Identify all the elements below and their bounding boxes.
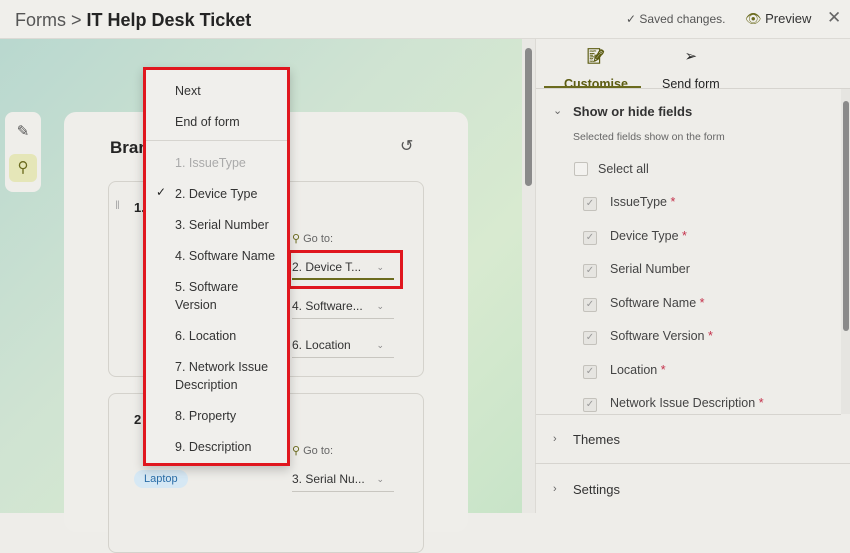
branching-icon[interactable]: ⚲ bbox=[9, 154, 37, 182]
side-toolbar: ✎ ⚲ bbox=[5, 112, 41, 192]
menu-item-next[interactable]: Next bbox=[175, 82, 287, 100]
preview-button[interactable]: 👁︎ Preview bbox=[745, 11, 811, 27]
check-icon: ✓ bbox=[626, 12, 637, 26]
tab-divider bbox=[536, 88, 850, 89]
section-themes[interactable]: Themes bbox=[573, 432, 620, 447]
canvas-scrollbar-thumb[interactable] bbox=[525, 48, 532, 186]
branch-icon: ⚲ bbox=[292, 233, 301, 245]
field-item: Software Version * bbox=[610, 329, 713, 343]
field-checkbox[interactable]: ✓ bbox=[583, 331, 597, 345]
option-badge: Laptop bbox=[134, 470, 188, 488]
section-settings[interactable]: Settings bbox=[573, 482, 620, 497]
dropdown-value: 4. Software... bbox=[292, 299, 363, 313]
page-title: IT Help Desk Ticket bbox=[86, 10, 252, 30]
field-checkbox[interactable]: ✓ bbox=[583, 231, 597, 245]
field-item: Serial Number bbox=[610, 262, 690, 276]
menu-item[interactable]: 8. Property bbox=[175, 407, 287, 425]
chevron-right-icon[interactable]: › bbox=[553, 483, 557, 495]
field-checkbox[interactable]: ✓ bbox=[583, 298, 597, 312]
breadcrumb-separator: > bbox=[71, 10, 82, 30]
menu-item[interactable]: 7. Network Issue Description bbox=[175, 358, 275, 394]
goto-label: ⚲ Go to: bbox=[292, 232, 333, 245]
field-checkbox[interactable]: ✓ bbox=[583, 264, 597, 278]
breadcrumb-forms[interactable]: Forms bbox=[15, 10, 66, 30]
menu-item-end-of-form[interactable]: End of form bbox=[175, 113, 287, 131]
branch-icon: ⚲ bbox=[292, 445, 301, 457]
dropdown-value: 3. Serial Nu... bbox=[292, 472, 365, 486]
preview-label: Preview bbox=[765, 11, 812, 26]
chevron-down-icon: ⌄ bbox=[376, 340, 384, 350]
goto-text: Go to: bbox=[303, 233, 334, 245]
required-marker: * bbox=[707, 329, 713, 343]
required-marker: * bbox=[670, 195, 676, 209]
drag-handle-icon[interactable]: ‖ bbox=[115, 198, 120, 212]
menu-item-selected[interactable]: 2. Device Type bbox=[175, 185, 287, 203]
field-checkbox[interactable]: ✓ bbox=[583, 398, 597, 412]
field-checkbox[interactable]: ✓ bbox=[583, 365, 597, 379]
close-icon[interactable]: ✕ bbox=[827, 8, 841, 28]
section-divider bbox=[535, 463, 850, 464]
goto-label: ⚲ Go to: bbox=[292, 444, 333, 457]
field-label: Software Version bbox=[610, 329, 705, 343]
section-show-hide[interactable]: Show or hide fields bbox=[573, 104, 692, 119]
required-marker: * bbox=[660, 363, 666, 377]
highlight-box bbox=[288, 250, 403, 289]
eye-icon: 👁︎ bbox=[745, 11, 762, 26]
goto-menu: Next End of form 1. IssueType ✓ 2. Devic… bbox=[143, 67, 290, 466]
chevron-down-icon: ⌄ bbox=[376, 301, 384, 311]
field-item: Location * bbox=[610, 363, 666, 377]
panel-scrollbar[interactable] bbox=[841, 89, 850, 414]
goto-dropdown-2[interactable]: 4. Software... ⌄ bbox=[292, 293, 394, 319]
field-label: Location bbox=[610, 363, 658, 377]
breadcrumb: Forms > IT Help Desk Ticket bbox=[15, 10, 251, 31]
menu-item-disabled: 1. IssueType bbox=[175, 156, 246, 170]
menu-divider bbox=[146, 140, 287, 141]
field-item: Device Type * bbox=[610, 229, 687, 243]
menu-item[interactable]: 3. Serial Number bbox=[175, 216, 287, 234]
required-marker: * bbox=[682, 229, 687, 243]
required-marker: * bbox=[699, 296, 705, 310]
chevron-right-icon[interactable]: › bbox=[553, 433, 557, 445]
field-label: Serial Number bbox=[610, 262, 690, 276]
field-label: Network Issue Description bbox=[610, 396, 756, 410]
field-label: Device Type bbox=[610, 229, 679, 243]
saved-status: ✓ Saved changes. bbox=[626, 12, 725, 26]
select-all-label: Select all bbox=[598, 162, 649, 176]
required-marker: * bbox=[758, 396, 764, 410]
saved-text: Saved changes. bbox=[639, 12, 726, 26]
goto-dropdown-3[interactable]: 6. Location ⌄ bbox=[292, 332, 394, 358]
section-divider bbox=[536, 414, 841, 415]
dropdown-value: 6. Location bbox=[292, 338, 351, 352]
field-item: IssueType * bbox=[610, 195, 675, 209]
field-label: Software Name bbox=[610, 296, 697, 310]
reset-icon[interactable]: ↺ bbox=[400, 136, 413, 156]
goto-dropdown-4[interactable]: 3. Serial Nu... ⌄ bbox=[292, 466, 394, 492]
chevron-down-icon: ⌄ bbox=[376, 474, 384, 484]
checkmark-icon: ✓ bbox=[156, 185, 167, 199]
edit-pencil-icon[interactable]: ✎ bbox=[9, 118, 37, 146]
menu-item[interactable]: 5. Software Version bbox=[175, 278, 255, 314]
menu-item[interactable]: 6. Location bbox=[175, 327, 287, 345]
field-item: Network Issue Description * bbox=[610, 396, 764, 410]
question-number: 2 bbox=[134, 412, 142, 427]
field-label: IssueType bbox=[610, 195, 667, 209]
top-bar: Forms > IT Help Desk Ticket ✓ Saved chan… bbox=[0, 0, 850, 39]
menu-item[interactable]: 9. Description bbox=[175, 438, 287, 456]
chevron-down-icon[interactable]: ⌄ bbox=[553, 104, 562, 117]
panel-scrollbar-thumb[interactable] bbox=[843, 101, 849, 331]
field-item: Software Name * bbox=[610, 296, 705, 310]
field-checkbox[interactable]: ✓ bbox=[583, 197, 597, 211]
section-hint: Selected fields show on the form bbox=[573, 131, 725, 143]
menu-item[interactable]: 4. Software Name bbox=[175, 247, 287, 265]
send-icon: ➢ bbox=[684, 48, 698, 65]
customise-icon: 📝︎ bbox=[586, 48, 606, 65]
goto-text: Go to: bbox=[303, 445, 334, 457]
select-all-checkbox[interactable] bbox=[574, 162, 588, 176]
